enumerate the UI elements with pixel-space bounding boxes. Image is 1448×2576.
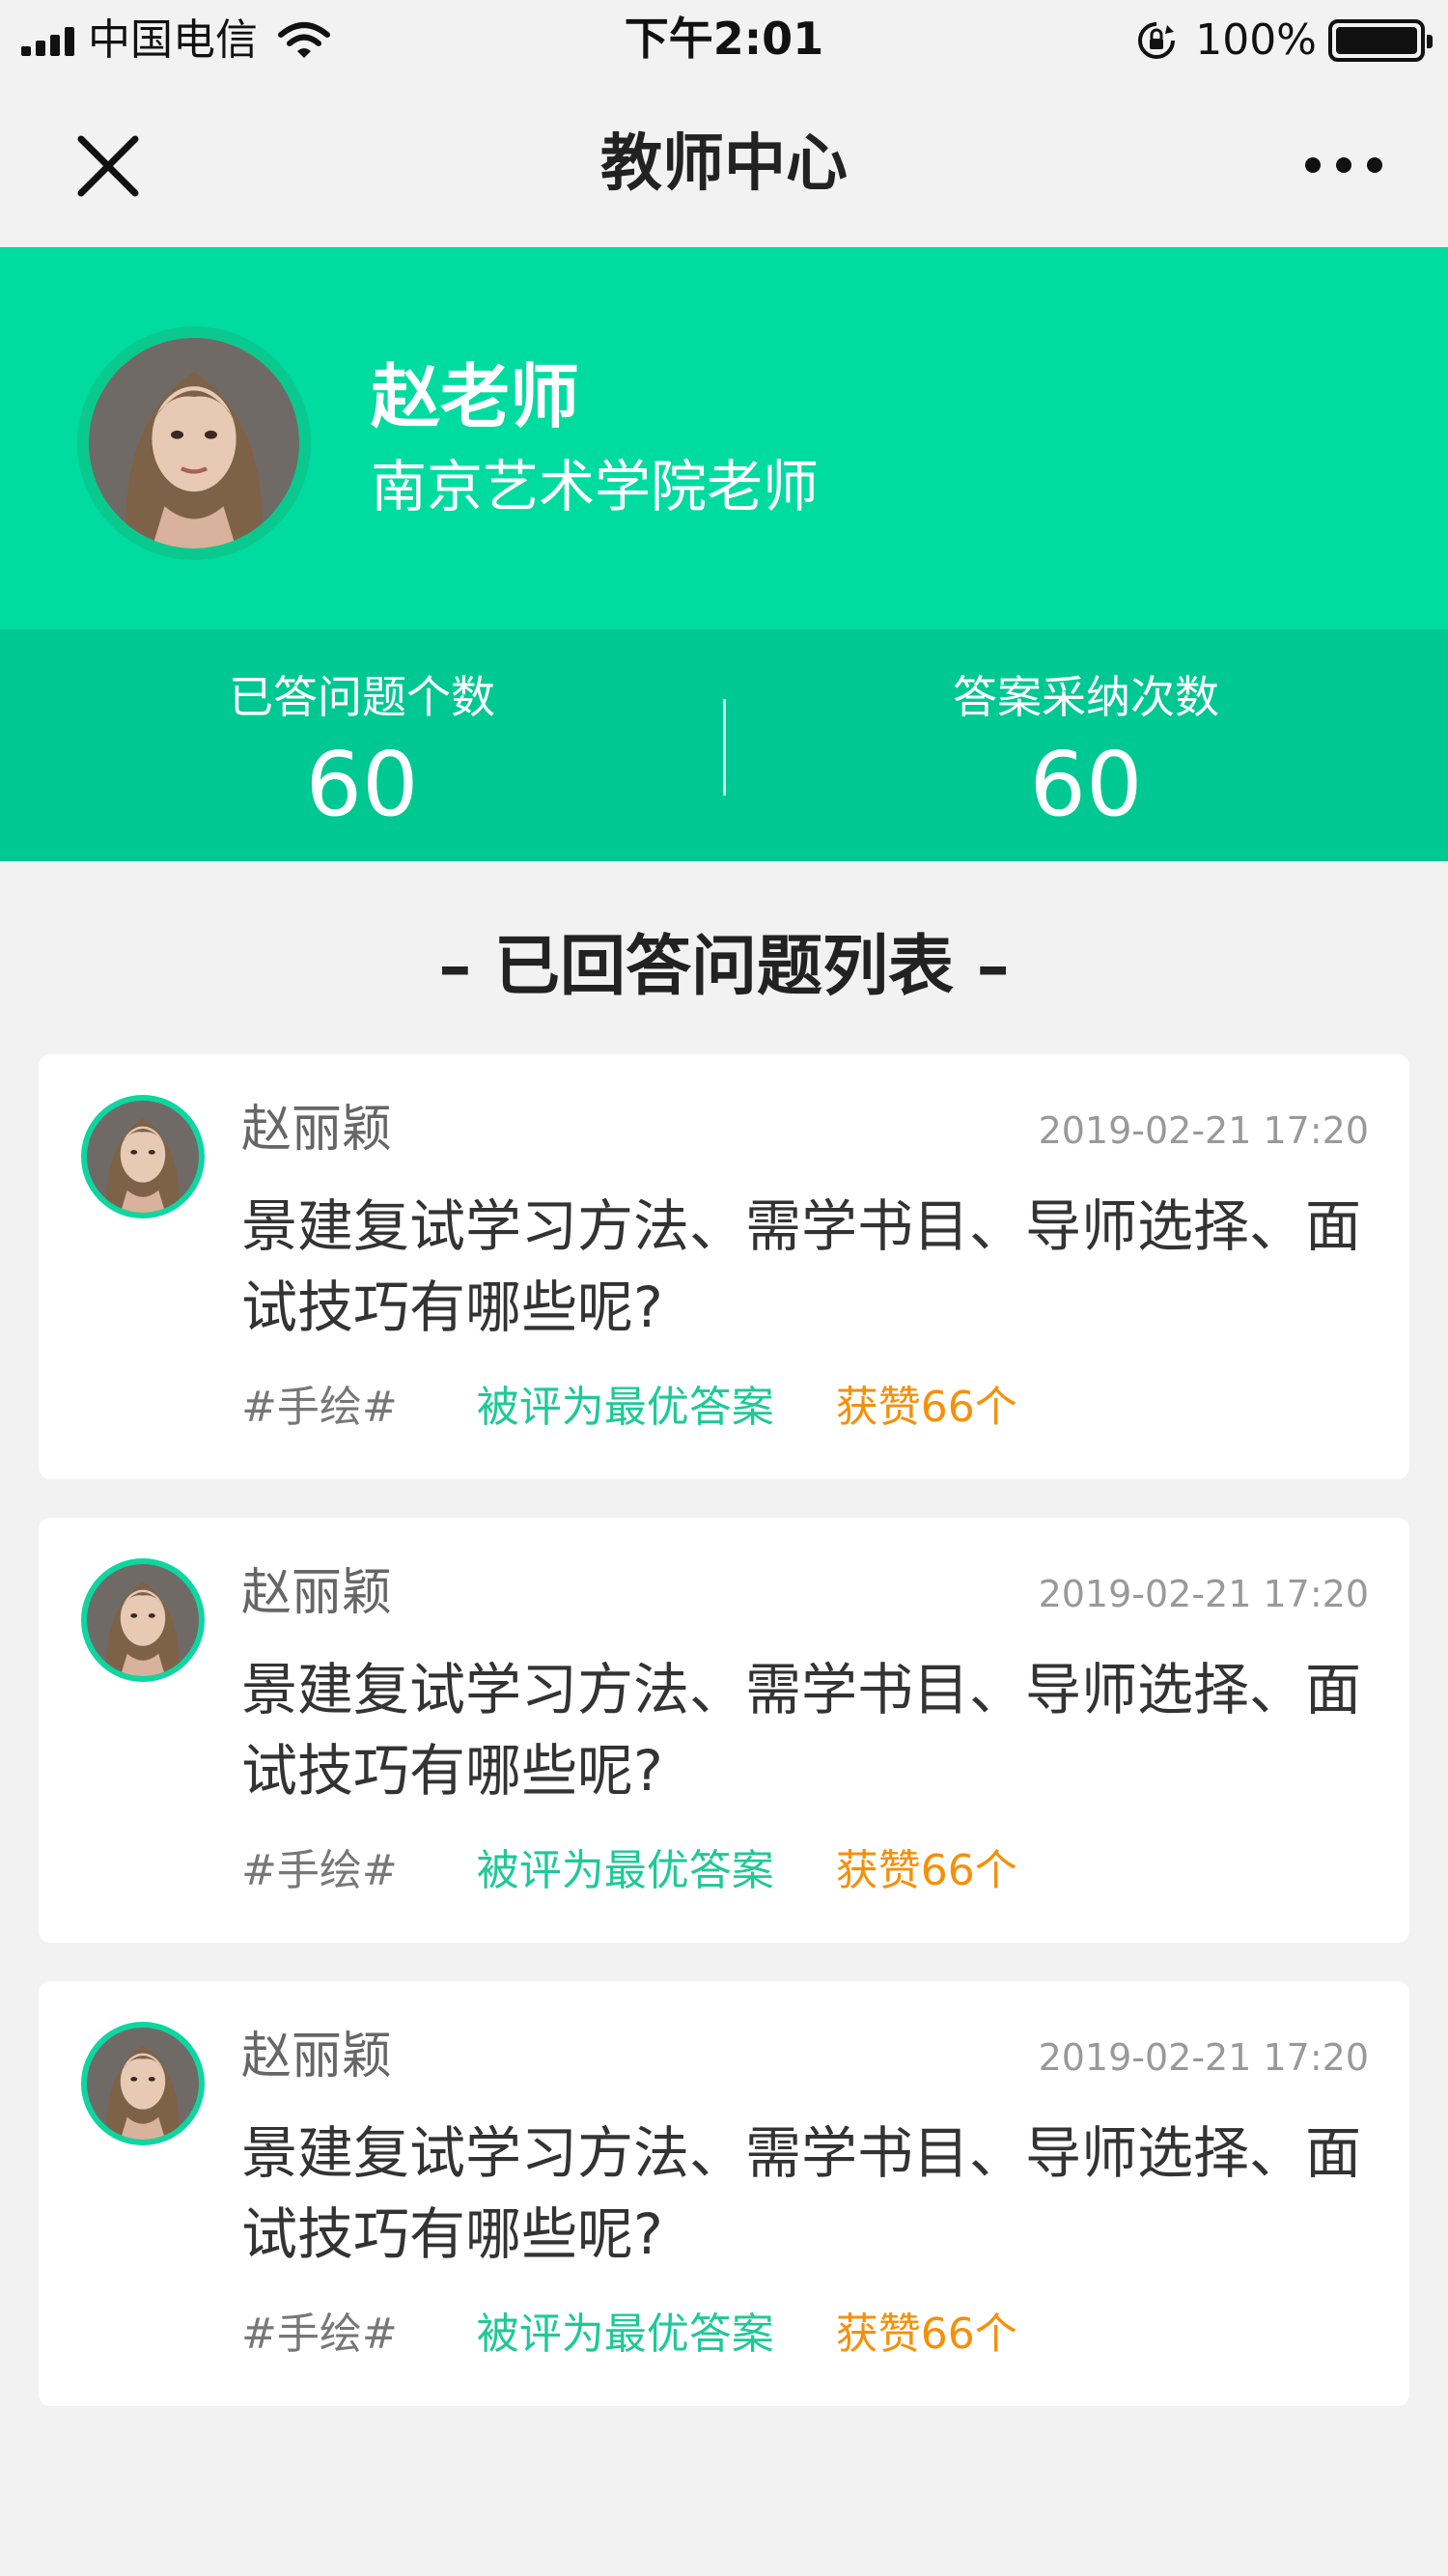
best-answer-badge: 被评为最优答案: [476, 1846, 774, 1895]
avatar[interactable]: [77, 326, 311, 560]
asker-name: 赵丽颖: [241, 2028, 393, 2086]
asker-name: 赵丽颖: [241, 1564, 393, 1622]
teacher-affiliation: 南京艺术学院老师: [371, 454, 820, 519]
question-text[interactable]: 景建复试学习方法、需学书目、导师选择、面试技巧有哪些呢?: [241, 2113, 1371, 2275]
topic-tag[interactable]: #手绘#: [241, 1842, 398, 1900]
likes-count: 获赞66个: [835, 1846, 1017, 1895]
nav-bar: 教师中心: [0, 81, 1448, 247]
stat-answered: 已答问题个数 60: [0, 668, 724, 838]
avatar-photo-icon: [89, 338, 299, 548]
question-text[interactable]: 景建复试学习方法、需学书目、导师选择、面试技巧有哪些呢?: [241, 1186, 1371, 1348]
avatar[interactable]: [81, 1558, 205, 1682]
best-answer-badge: 被评为最优答案: [476, 2310, 774, 2359]
card-tags: #手绘# 被评为最优答案 获赞66个: [241, 1842, 1017, 1900]
teacher-name: 赵老师: [371, 356, 580, 437]
answer-card[interactable]: 赵丽颖 2019-02-21 17:20 景建复试学习方法、需学书目、导师选择、…: [39, 1518, 1409, 1943]
avatar-photo-icon: [87, 1564, 199, 1676]
battery-icon: [1328, 19, 1433, 62]
best-answer-badge: 被评为最优答案: [476, 1383, 774, 1432]
stat-value: 60: [305, 733, 419, 836]
status-bar: 中国电信 下午2:01 100%: [0, 0, 1448, 81]
teacher-center-page: 中国电信 下午2:01 100% 教师中心 赵老师 南京艺术学院老师 已答问题个…: [0, 0, 1448, 2576]
stat-label: 答案采纳次数: [953, 671, 1219, 723]
section-title: – 已回答问题列表 –: [438, 929, 1010, 1005]
stat-label: 已答问题个数: [229, 671, 495, 723]
page-title: 教师中心: [600, 128, 848, 200]
timestamp: 2019-02-21 17:20: [1038, 2036, 1369, 2079]
stats-bar: 已答问题个数 60 答案采纳次数 60: [0, 630, 1448, 861]
topic-tag[interactable]: #手绘#: [241, 1379, 398, 1437]
teacher-profile-header: 赵老师 南京艺术学院老师: [0, 247, 1448, 630]
stat-value: 60: [1029, 733, 1143, 836]
rotation-lock-icon: [1138, 22, 1176, 59]
avatar[interactable]: [81, 1095, 205, 1218]
answer-card[interactable]: 赵丽颖 2019-02-21 17:20 景建复试学习方法、需学书目、导师选择、…: [39, 1981, 1409, 2406]
timestamp: 2019-02-21 17:20: [1038, 1573, 1369, 1615]
likes-count: 获赞66个: [835, 1383, 1017, 1432]
avatar[interactable]: [81, 2022, 205, 2145]
avatar-photo-icon: [87, 2028, 199, 2140]
asker-name: 赵丽颖: [241, 1101, 393, 1159]
battery-percent: 100%: [1195, 15, 1317, 65]
stat-adopted: 答案采纳次数 60: [724, 668, 1448, 838]
status-right: 100%: [1135, 14, 1433, 68]
card-tags: #手绘# 被评为最优答案 获赞66个: [241, 1379, 1017, 1437]
avatar-photo-icon: [87, 1101, 199, 1213]
question-text[interactable]: 景建复试学习方法、需学书目、导师选择、面试技巧有哪些呢?: [241, 1649, 1371, 1811]
answer-card[interactable]: 赵丽颖 2019-02-21 17:20 景建复试学习方法、需学书目、导师选择、…: [39, 1054, 1409, 1479]
topic-tag[interactable]: #手绘#: [241, 2306, 398, 2364]
timestamp: 2019-02-21 17:20: [1038, 1109, 1369, 1152]
likes-count: 获赞66个: [835, 2310, 1017, 2359]
card-tags: #手绘# 被评为最优答案 获赞66个: [241, 2306, 1017, 2364]
more-dots-icon[interactable]: [1303, 151, 1384, 180]
